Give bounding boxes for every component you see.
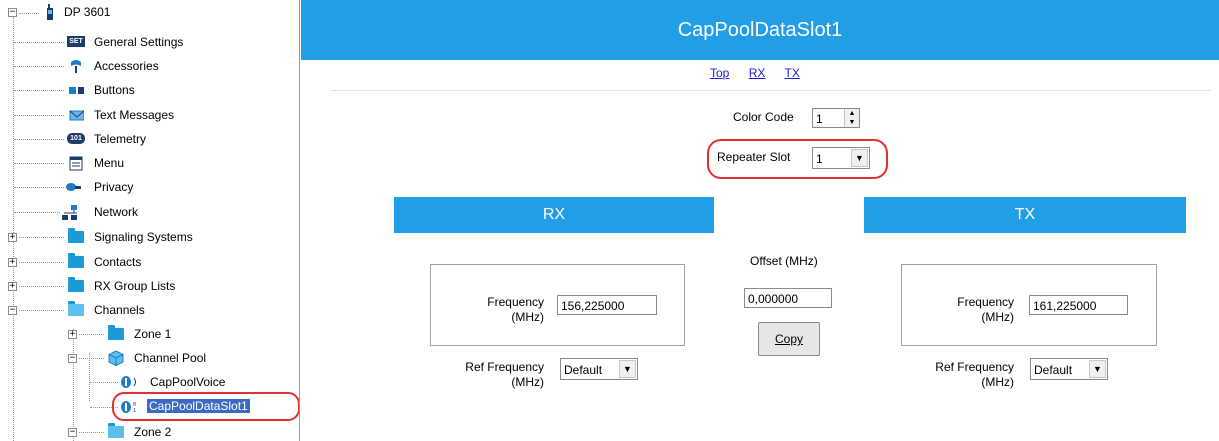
tree-item-label: RX Group Lists [94,279,176,293]
rx-ref-label-text: Ref Frequency [465,360,544,374]
collapse-toggle[interactable]: − [8,8,17,17]
tree-item-label: Zone 1 [134,327,172,341]
tree-item-text-messages[interactable]: Text Messages [0,103,299,127]
tree-item-cappoolvoice[interactable]: CapPoolVoice [0,370,299,394]
offset-label: Offset (MHz) [750,254,818,268]
folder-open-icon [108,423,124,438]
buttons-icon [69,87,84,94]
telemetry-icon: 101 [67,133,85,144]
key-icon [66,183,81,191]
tree-item-label: Contacts [94,255,142,269]
accessories-icon [71,60,81,73]
chevron-down-icon[interactable]: ▼ [1089,360,1106,378]
tree-item-telemetry[interactable]: 101 Telemetry [0,127,299,151]
chevron-down-icon[interactable]: ▼ [619,360,636,378]
color-code-value: 1 [816,112,823,126]
tree-item-zone-2[interactable]: − Zone 2 [0,420,299,441]
collapse-toggle[interactable]: − [68,428,77,437]
tree-item-label: Accessories [94,59,159,73]
spin-down-icon[interactable]: ▼ [845,118,859,127]
tree-item-label: Menu [94,156,125,170]
rx-ref-value: Default [564,363,603,377]
rx-frequency-input[interactable]: 156,225000 [557,295,657,315]
tx-frequency-label-text: Frequency [957,295,1014,309]
cube-icon [108,350,124,366]
menu-icon [69,156,83,171]
tree-item-contacts[interactable]: + Contacts [0,250,299,274]
nav-link-rx[interactable]: RX [749,66,766,80]
network-icon [62,205,77,220]
tree-item-general-settings[interactable]: SET General Settings [0,30,299,54]
tx-ref-value: Default [1034,363,1073,377]
tree-item-menu[interactable]: Menu [0,151,299,175]
tx-ref-label-text: Ref Frequency [935,360,1014,374]
tree-item-label: Zone 2 [134,425,172,439]
folder-icon [108,325,124,340]
tree-item-label: CapPoolVoice [150,375,226,389]
collapse-toggle[interactable]: − [68,354,77,363]
highlight-circle [112,392,299,421]
rx-frequency-label: Frequency (MHz) [470,295,544,325]
tx-ref-unit: (MHz) [981,375,1014,389]
tree-item-label: Privacy [94,180,134,194]
tree-item-label: Telemetry [94,132,147,146]
tx-frequency-input[interactable]: 161,225000 [1029,295,1128,315]
folder-open-icon [68,301,84,316]
rx-ref-unit: (MHz) [511,375,544,389]
expand-toggle[interactable]: + [8,258,17,267]
envelope-icon [69,110,84,121]
tree-item-label: General Settings [94,35,184,49]
settings-icon: SET [67,36,85,47]
tx-frequency-unit: (MHz) [981,310,1014,324]
color-code-spinner[interactable]: 1 ▲ ▼ [812,108,860,128]
tree-item-channels[interactable]: − Channels [0,298,299,322]
tree-root[interactable]: − DP 3601 [0,4,299,28]
nav-link-tx[interactable]: TX [785,66,800,80]
expand-toggle[interactable]: + [8,233,17,242]
tree-item-privacy[interactable]: Privacy [0,175,299,199]
tx-section-header: TX [864,197,1186,233]
folder-icon [68,228,84,243]
rx-ref-frequency-label: Ref Frequency (MHz) [450,360,544,390]
divider [331,90,1211,91]
tree-item-zone-1[interactable]: + Zone 1 [0,322,299,346]
rx-frequency-label-text: Frequency [487,295,544,309]
tree-item-rx-group-lists[interactable]: + RX Group Lists [0,274,299,298]
nav-link-top[interactable]: Top [710,66,729,80]
tree-item-channel-pool[interactable]: − Channel Pool [0,346,299,370]
highlight-circle [707,139,888,179]
offset-input[interactable]: 0,000000 [744,288,832,308]
section-nav: Top RX TX [710,66,816,80]
tx-frequency-label: Frequency (MHz) [940,295,1014,325]
tree-root-label: DP 3601 [64,5,111,19]
expand-toggle[interactable]: + [8,282,17,291]
folder-icon [68,253,84,268]
tree-item-label: Network [94,205,139,219]
tx-ref-frequency-select[interactable]: Default ▼ [1030,358,1108,380]
tree-item-label: Text Messages [94,108,175,122]
expand-toggle[interactable]: + [68,330,77,339]
navigation-tree: − DP 3601 SET General Settings Accessori… [0,0,300,441]
spin-up-icon[interactable]: ▲ [845,109,859,118]
collapse-toggle[interactable]: − [8,306,17,315]
tree-item-label: Buttons [94,83,135,97]
tree-item-buttons[interactable]: Buttons [0,78,299,102]
rx-ref-frequency-select[interactable]: Default ▼ [560,358,638,380]
tree-item-accessories[interactable]: Accessories [0,54,299,78]
tree-item-label: Channels [94,303,145,317]
tree-item-signaling-systems[interactable]: + Signaling Systems [0,225,299,249]
voice-channel-icon [121,376,136,388]
rx-section-header: RX [394,197,714,233]
tree-item-network[interactable]: Network [0,200,299,224]
color-code-label: Color Code [733,110,794,124]
rx-frequency-unit: (MHz) [511,310,544,324]
radio-device-icon [47,4,53,20]
folder-icon [68,277,84,292]
tree-item-label: Channel Pool [134,351,207,365]
copy-button[interactable]: Copy [758,322,820,356]
page-title: CapPoolDataSlot1 [301,0,1219,60]
tx-ref-frequency-label: Ref Frequency (MHz) [920,360,1014,390]
tree-item-label: Signaling Systems [94,230,193,244]
